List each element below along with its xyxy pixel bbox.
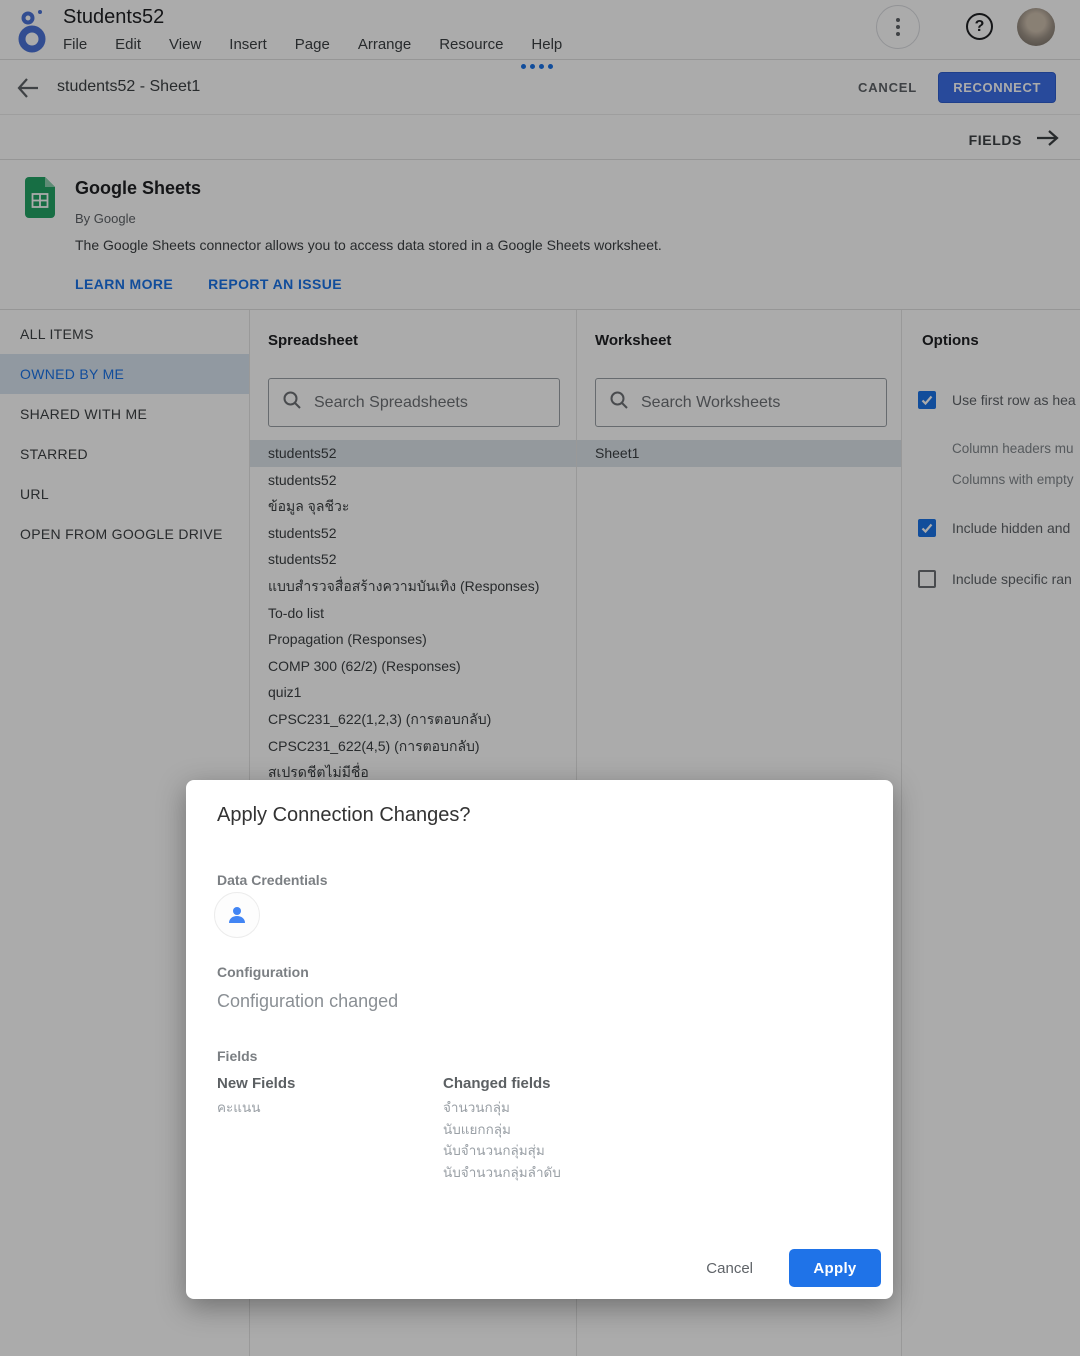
changed-field: นับจำนวนกลุ่มลำดับ	[443, 1162, 561, 1184]
data-credentials-label: Data Credentials	[217, 872, 327, 888]
person-icon	[225, 903, 249, 927]
configuration-label: Configuration	[217, 964, 309, 980]
fields-label: Fields	[217, 1048, 257, 1064]
dialog-title: Apply Connection Changes?	[217, 804, 471, 827]
changed-fields-header: Changed fields	[443, 1075, 561, 1092]
new-fields-column: New Fields คะแนน	[217, 1075, 443, 1183]
credential-avatar	[214, 892, 260, 938]
dialog-apply-button[interactable]: Apply	[789, 1249, 881, 1287]
changed-field: นับจำนวนกลุ่มสุ่ม	[443, 1140, 561, 1162]
changed-fields-list: จำนวนกลุ่มนับแยกกลุ่มนับจำนวนกลุ่มสุ่มนั…	[443, 1097, 561, 1183]
new-fields-list: คะแนน	[217, 1097, 443, 1119]
apply-changes-dialog: Apply Connection Changes? Data Credentia…	[186, 780, 893, 1299]
dialog-cancel-button[interactable]: Cancel	[696, 1252, 763, 1285]
changed-fields-column: Changed fields จำนวนกลุ่มนับแยกกลุ่มนับจ…	[443, 1075, 561, 1183]
changed-field: นับแยกกลุ่ม	[443, 1119, 561, 1141]
new-fields-header: New Fields	[217, 1075, 443, 1092]
changed-field: จำนวนกลุ่ม	[443, 1097, 561, 1119]
configuration-status: Configuration changed	[217, 991, 398, 1012]
new-field: คะแนน	[217, 1097, 443, 1119]
